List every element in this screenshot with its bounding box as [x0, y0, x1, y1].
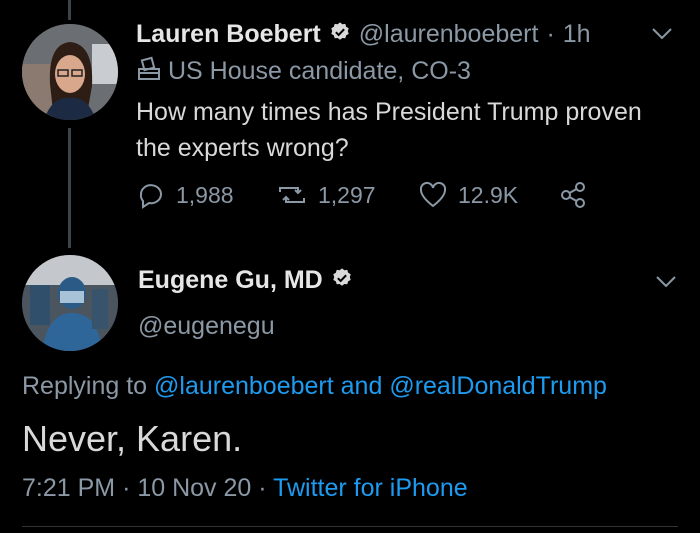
retweet-button[interactable]: 1,297	[276, 180, 376, 210]
thread-connector-line	[68, 128, 71, 248]
tweet-text: How many times has President Trump prove…	[136, 94, 642, 166]
tweet-source-link[interactable]: Twitter for iPhone	[273, 474, 468, 502]
author-handle[interactable]: @laurenboebert	[359, 20, 539, 49]
share-icon	[561, 182, 585, 208]
avatar-image	[22, 24, 118, 120]
separator-dot: ·	[258, 474, 267, 502]
tweet-header: Lauren Boebert @laurenboebert · 1h	[136, 20, 591, 49]
replying-prefix: Replying to	[22, 372, 148, 400]
chevron-down-icon[interactable]	[650, 26, 674, 47]
chevron-down-icon[interactable]	[654, 274, 678, 295]
tweet-text-line: the experts wrong?	[136, 134, 349, 162]
tweet-time[interactable]: 1h	[563, 20, 591, 49]
avatar-image	[22, 255, 118, 351]
like-count: 12.9K	[458, 181, 519, 208]
candidate-label: US House candidate, CO-3	[136, 56, 471, 87]
divider	[22, 526, 678, 527]
tweet-meta: 7:21 PM · 10 Nov 20 · Twitter for iPhone	[22, 474, 468, 503]
author-name[interactable]: Eugene Gu, MD	[138, 266, 323, 295]
retweet-icon	[279, 187, 305, 203]
avatar[interactable]	[22, 255, 118, 351]
tweet-text-line: How many times has President Trump prove…	[136, 98, 642, 126]
ballot-box-icon	[136, 56, 162, 87]
tweet-text: Never, Karen.	[22, 418, 243, 459]
avatar[interactable]	[22, 24, 118, 120]
mention-link[interactable]: @realDonaldTrump	[389, 372, 607, 400]
verified-badge-icon	[329, 21, 351, 48]
reply-button[interactable]: 1,988	[136, 180, 234, 210]
replying-to: Replying to @laurenboebert and @realDona…	[22, 372, 607, 401]
like-button[interactable]: 12.9K	[418, 180, 518, 210]
share-button[interactable]	[558, 180, 588, 210]
tweet-date[interactable]: 10 Nov 20	[137, 474, 251, 502]
tweet-header: Eugene Gu, MD	[138, 266, 353, 295]
replying-and: and	[340, 372, 383, 400]
separator-dot: ·	[546, 20, 555, 48]
candidate-label-text: US House candidate, CO-3	[168, 57, 471, 85]
reply-count: 1,988	[176, 181, 234, 208]
verified-badge-icon	[331, 267, 353, 294]
author-name[interactable]: Lauren Boebert	[136, 20, 321, 49]
mention-link[interactable]: @laurenboebert	[154, 372, 334, 400]
retweet-count: 1,297	[318, 181, 376, 208]
tweet-time[interactable]: 7:21 PM	[22, 474, 115, 502]
like-icon	[419, 181, 447, 208]
thread-connector-line	[68, 0, 71, 20]
reply-icon	[139, 184, 162, 209]
separator-dot: ·	[122, 474, 131, 502]
author-handle[interactable]: @eugenegu	[138, 312, 275, 341]
